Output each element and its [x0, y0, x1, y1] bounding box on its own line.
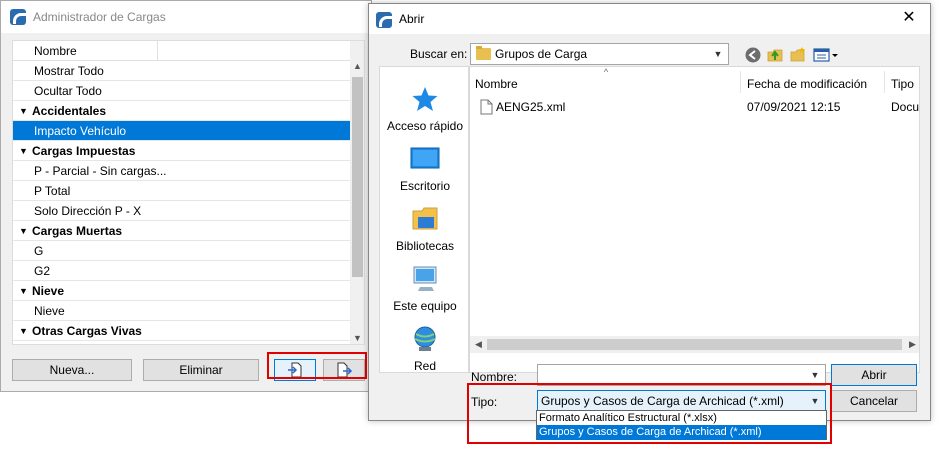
open-dialog: Abrir ✕ Buscar en: Grupos de Carga ▼ Acc… [368, 3, 931, 421]
column-divider[interactable] [884, 71, 885, 93]
column-name[interactable]: Nombre [475, 67, 518, 93]
tree-row-label: G [34, 244, 44, 258]
load-manager-window: Administrador de Cargas Nombre Mostrar T… [0, 0, 372, 392]
scroll-left-arrow-icon[interactable]: ◀ [470, 336, 487, 353]
archicad-app-icon [10, 9, 26, 25]
tree-row-label: G2 [34, 264, 51, 278]
search-in-value: Grupos de Carga [495, 47, 588, 61]
open-button[interactable]: Abrir [831, 364, 917, 386]
tree-row-label: P - Parcial - Sin cargas... [34, 164, 167, 178]
tree-item[interactable]: G [13, 241, 350, 261]
network-icon [414, 326, 436, 351]
tree-item[interactable]: P - Parcial - Sin cargas... [13, 161, 350, 181]
file-modified: 07/09/2021 12:15 [747, 100, 841, 114]
tree-column-header[interactable]: Nombre [13, 41, 350, 61]
file-list-horizontal-scrollbar[interactable]: ◀ ▶ [470, 336, 919, 353]
file-type-highlight [467, 383, 832, 444]
tree-group-header[interactable]: ▼ Cargas Impuestas [13, 141, 350, 161]
expand-arrow-icon[interactable]: ▼ [19, 321, 28, 341]
expand-arrow-icon[interactable]: ▼ [19, 221, 28, 241]
desktop-icon [410, 147, 440, 169]
tree-row-label: Cargas Muertas [32, 224, 123, 238]
place-label: Red [413, 359, 436, 373]
chevron-down-icon: ▼ [713, 49, 723, 59]
new-button[interactable]: Nueva... [12, 359, 132, 381]
back-icon[interactable] [744, 46, 762, 64]
file-name: AENG25.xml [496, 100, 566, 114]
expand-arrow-icon[interactable]: ▼ [19, 141, 28, 161]
tree-group-header[interactable]: ▼ Cargas Muertas [13, 221, 350, 241]
expand-arrow-icon[interactable]: ▼ [19, 101, 28, 121]
scroll-right-arrow-icon[interactable]: ▶ [904, 336, 919, 353]
place-label: Bibliotecas [395, 239, 455, 253]
tree-item[interactable]: Ocultar Todo [13, 81, 350, 101]
view-menu-icon[interactable] [813, 46, 839, 64]
column-modified[interactable]: Fecha de modificación [747, 67, 867, 93]
file-type: Docu [891, 100, 920, 114]
tree-item[interactable]: P Total [13, 181, 350, 201]
tree-group-header[interactable]: ▼ Otras Cargas Vivas [13, 321, 350, 341]
import-export-highlight [267, 352, 367, 379]
place-label: Escritorio [399, 179, 450, 193]
tree-row-label: Otras Cargas Vivas [32, 324, 142, 338]
tree-vertical-scrollbar[interactable]: ▲ ▼ [350, 41, 364, 344]
search-in-label: Buscar en: [410, 47, 468, 61]
open-dialog-titlebar: Abrir ✕ [369, 4, 930, 34]
tree-group-header[interactable]: ▼ Accidentales [13, 101, 350, 121]
scroll-down-arrow-icon[interactable]: ▼ [350, 330, 364, 344]
open-dialog-title: Abrir [399, 12, 425, 26]
tree-row-label: Ocultar Todo [34, 84, 102, 98]
load-tree: Nombre Mostrar Todo Ocultar Todo ▼ Accident… [12, 40, 365, 345]
file-name-label: Nombre: [471, 370, 518, 384]
libraries-icon [412, 207, 438, 230]
tree-item[interactable]: Mostrar Todo [13, 61, 350, 81]
file-list: ^ Nombre Fecha de modificación Tipo AENG… [469, 66, 920, 373]
column-type[interactable]: Tipo [891, 67, 914, 93]
sort-up-icon: ^ [603, 67, 609, 77]
tree-item[interactable]: G2 [13, 261, 350, 281]
chevron-down-icon: ▼ [810, 370, 820, 380]
close-icon[interactable]: ✕ [899, 8, 919, 28]
place-label: Acceso rápido [386, 119, 464, 133]
scroll-up-arrow-icon[interactable]: ▲ [350, 58, 364, 74]
tree-row-label: Accidentales [32, 104, 107, 118]
tree-item[interactable]: Impacto Vehículo [13, 121, 350, 141]
tree-row-label: Solo Dirección P - X [34, 204, 142, 218]
place-label: Este equipo [393, 299, 457, 313]
places-bar: Acceso rápido Escritorio Bibliotecas Est… [379, 66, 469, 373]
cancel-button[interactable]: Cancelar [831, 390, 917, 412]
delete-button[interactable]: Eliminar [143, 359, 259, 381]
xml-file-icon [480, 99, 493, 115]
tree-item[interactable]: Nieve [13, 301, 350, 321]
tree-group-header[interactable]: ▼ Nieve [13, 281, 350, 301]
computer-icon [413, 266, 437, 291]
column-divider [157, 41, 158, 61]
tree-column-name: Nombre [34, 44, 77, 58]
new-folder-icon[interactable] [789, 46, 807, 64]
tree-row-label: P Total [34, 184, 71, 198]
tree-item[interactable]: Otras Cargas Variables [13, 341, 350, 345]
scroll-thumb[interactable] [352, 77, 363, 277]
load-manager-titlebar: Administrador de Cargas [1, 1, 371, 33]
star-icon [412, 87, 438, 111]
column-divider[interactable] [740, 71, 741, 93]
scroll-thumb[interactable] [487, 339, 902, 350]
expand-arrow-icon[interactable]: ▼ [19, 281, 28, 301]
tree-row-label: Cargas Impuestas [32, 144, 136, 158]
file-row[interactable]: AENG25.xml 07/09/2021 12:15 Docu [470, 97, 920, 117]
tree-row-label: Impacto Vehículo [34, 124, 127, 138]
load-manager-title: Administrador de Cargas [33, 10, 166, 24]
search-in-select[interactable]: Grupos de Carga ▼ [470, 43, 729, 65]
tree-row-label: Nieve [34, 304, 65, 318]
up-folder-icon[interactable] [766, 46, 784, 64]
tree-item[interactable]: Solo Dirección P - X [13, 201, 350, 221]
tree-row-label: Otras Cargas Variables [34, 344, 158, 345]
archicad-app-icon [376, 12, 392, 28]
folder-icon [476, 46, 491, 60]
tree-row-label: Mostrar Todo [34, 64, 104, 78]
tree-row-label: Nieve [32, 284, 65, 298]
